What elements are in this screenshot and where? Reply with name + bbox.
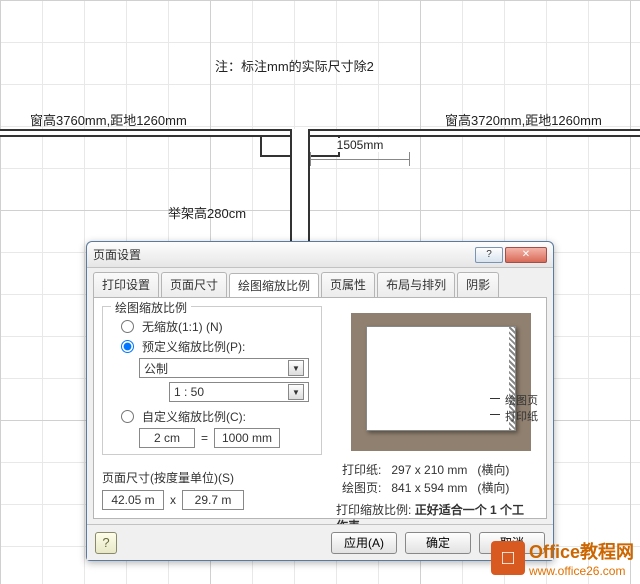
scale-group-legend: 绘图缩放比例 — [111, 299, 191, 316]
watermark-icon: □ — [491, 541, 525, 575]
radio-predefined[interactable] — [121, 340, 134, 353]
radio-no-scale[interactable] — [121, 320, 134, 333]
info-drawing-page-value: 841 x 594 mm — [387, 480, 471, 496]
radio-custom[interactable] — [121, 410, 134, 423]
chevron-down-icon: ▼ — [288, 384, 304, 400]
tab-shadow[interactable]: 阴影 — [457, 272, 499, 297]
page-setup-dialog: 页面设置 ? ✕ 打印设置 页面尺寸 绘图缩放比例 页属性 布局与排列 阴影 绘… — [86, 241, 554, 561]
preview-leader-2 — [490, 414, 500, 415]
page-width-input[interactable]: 42.05 m — [102, 490, 164, 510]
scale-group: 绘图缩放比例 无缩放(1:1) (N) 预定义缩放比例(P): 公制 ▼ 1 :… — [102, 306, 322, 455]
watermark-url: www.office26.com — [529, 564, 634, 578]
tab-print-setup[interactable]: 打印设置 — [93, 272, 159, 297]
ratio-select[interactable]: 1 : 50 ▼ — [169, 382, 309, 402]
ok-button[interactable]: 确定 — [405, 532, 471, 554]
preview-label-drawing-page: 绘图页 — [505, 392, 538, 408]
dimension-value: 1505mm — [335, 138, 386, 152]
info-block: 打印纸: 297 x 210 mm (横向) 绘图页: 841 x 594 mm… — [336, 460, 536, 534]
info-fit-label: 打印缩放比例: — [336, 503, 411, 517]
info-print-paper-label: 打印纸: — [338, 462, 385, 478]
preview-page — [366, 326, 516, 431]
apply-button[interactable]: 应用(A) — [331, 532, 397, 554]
label-window-right: 窗高3720mm,距地1260mm — [445, 110, 602, 129]
dialog-title: 页面设置 — [93, 246, 473, 263]
info-print-paper-orient: (横向) — [473, 462, 513, 478]
tab-page-properties[interactable]: 页属性 — [321, 272, 375, 297]
ratio-select-value: 1 : 50 — [174, 385, 204, 399]
info-print-paper-value: 297 x 210 mm — [387, 462, 471, 478]
unit-select[interactable]: 公制 ▼ — [139, 358, 309, 378]
dialog-titlebar[interactable]: 页面设置 ? ✕ — [87, 242, 553, 268]
watermark: □ Office教程网 www.office26.com — [491, 538, 634, 578]
tab-pane: 绘图缩放比例 无缩放(1:1) (N) 预定义缩放比例(P): 公制 ▼ 1 :… — [93, 297, 547, 519]
radio-custom-label: 自定义缩放比例(C): — [142, 408, 246, 425]
tab-drawing-scale[interactable]: 绘图缩放比例 — [229, 273, 319, 298]
drawing-note: 注：标注mm的实际尺寸除2 — [215, 56, 374, 75]
dialog-button-bar: ? 应用(A) 确定 取消 — [87, 524, 553, 560]
help-button[interactable]: ? — [475, 247, 503, 263]
info-drawing-page-orient: (横向) — [473, 480, 513, 496]
preview-leader-1 — [490, 398, 500, 399]
tab-page-size[interactable]: 页面尺寸 — [161, 272, 227, 297]
wall-horizontal — [0, 129, 640, 137]
info-drawing-page-label: 绘图页: — [338, 480, 385, 496]
label-frame-height: 举架高280cm — [168, 203, 246, 222]
preview-label-printer-paper: 打印纸 — [505, 408, 538, 424]
custom-scale-right[interactable]: 1000 mm — [214, 428, 280, 448]
radio-predefined-label: 预定义缩放比例(P): — [142, 338, 245, 355]
unit-select-value: 公制 — [144, 360, 168, 377]
close-button[interactable]: ✕ — [505, 247, 547, 263]
equals-label: = — [201, 431, 208, 445]
watermark-brand: Office教程网 — [529, 538, 634, 564]
chevron-down-icon: ▼ — [288, 360, 304, 376]
times-label: x — [170, 493, 176, 507]
preview-box: 绘图页 打印纸 — [346, 308, 536, 456]
custom-scale-left[interactable]: 2 cm — [139, 428, 195, 448]
radio-no-scale-label: 无缩放(1:1) (N) — [142, 318, 223, 335]
dialog-help-button[interactable]: ? — [95, 532, 117, 554]
tab-strip: 打印设置 页面尺寸 绘图缩放比例 页属性 布局与排列 阴影 — [87, 268, 553, 297]
dimension-1505: 1505mm — [310, 152, 410, 166]
tab-layout-routing[interactable]: 布局与排列 — [377, 272, 455, 297]
page-height-input[interactable]: 29.7 m — [182, 490, 244, 510]
label-window-left: 窗高3760mm,距地1260mm — [30, 110, 187, 129]
